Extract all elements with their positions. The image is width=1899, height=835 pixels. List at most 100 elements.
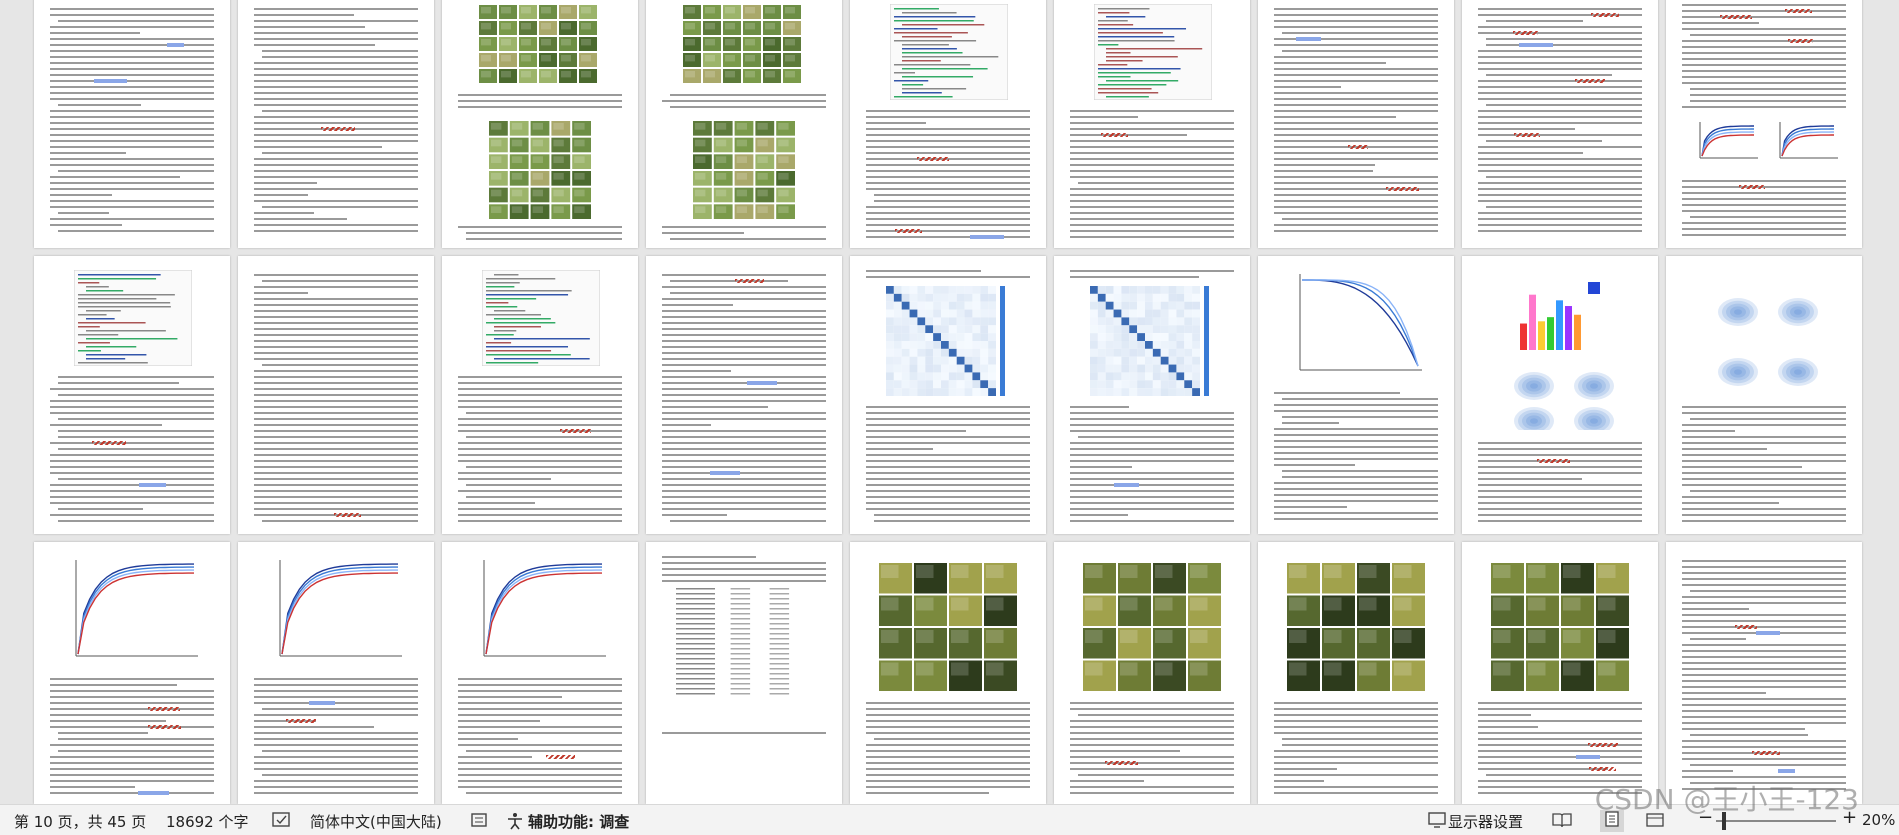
- text-line: [58, 508, 143, 510]
- document-page[interactable]: [34, 542, 230, 804]
- read-mode-icon[interactable]: [1552, 812, 1572, 832]
- text-line: [866, 502, 1030, 504]
- document-page[interactable]: [34, 256, 230, 534]
- text-line: [662, 340, 826, 342]
- text-line: [50, 388, 214, 390]
- spelling-mark: [1787, 39, 1814, 43]
- document-page[interactable]: [1258, 0, 1454, 248]
- text-line: [1682, 64, 1846, 66]
- document-page[interactable]: [442, 0, 638, 248]
- text-line: [458, 690, 622, 692]
- language-indicator[interactable]: 简体中文(中国大陆): [310, 811, 442, 832]
- focus-icon[interactable]: [470, 812, 488, 832]
- text-line: [866, 702, 1030, 704]
- text-line: [1682, 788, 1846, 790]
- text-line: [1274, 212, 1438, 214]
- page-info[interactable]: 第 10 页，共 45 页: [14, 811, 146, 832]
- text-line: [1478, 230, 1642, 232]
- text-line: [1682, 192, 1846, 194]
- word-count[interactable]: 18692 个字: [166, 811, 249, 832]
- proofing-icon[interactable]: [272, 812, 290, 832]
- text-line: [254, 334, 418, 336]
- document-page[interactable]: [1462, 0, 1658, 248]
- text-line: [1070, 200, 1234, 202]
- text-line: [254, 762, 418, 764]
- text-line: [1478, 134, 1642, 136]
- text-line: [1682, 572, 1846, 574]
- text-line: [254, 224, 418, 226]
- text-line: [662, 406, 769, 408]
- text-line: [662, 454, 826, 456]
- document-page[interactable]: [34, 0, 230, 248]
- document-page[interactable]: [646, 0, 842, 248]
- text-line: [1070, 508, 1234, 510]
- document-canvas[interactable]: [0, 0, 1899, 804]
- document-page[interactable]: [646, 256, 842, 534]
- document-page[interactable]: [1054, 0, 1250, 248]
- zoom-slider-thumb[interactable]: [1722, 812, 1726, 830]
- document-page[interactable]: [1054, 256, 1250, 534]
- zoom-level[interactable]: 20%: [1862, 811, 1895, 829]
- text-line: [670, 280, 788, 282]
- spelling-mark: [320, 127, 356, 131]
- text-line: [1274, 762, 1438, 764]
- text-line: [458, 472, 622, 474]
- zoom-out-icon[interactable]: −: [1698, 809, 1713, 827]
- document-page[interactable]: [1666, 542, 1862, 804]
- text-line: [1274, 128, 1438, 130]
- figure-line-chart: [1766, 118, 1842, 168]
- text-line: [50, 460, 214, 462]
- document-page[interactable]: [442, 542, 638, 804]
- text-line: [866, 762, 1030, 764]
- document-page[interactable]: [238, 542, 434, 804]
- text-line: [254, 352, 418, 354]
- document-page[interactable]: [850, 256, 1046, 534]
- spelling-mark: [546, 755, 576, 759]
- document-page[interactable]: [850, 542, 1046, 804]
- text-line: [58, 382, 180, 384]
- web-layout-icon[interactable]: [1646, 812, 1664, 832]
- text-line: [1274, 122, 1438, 124]
- text-line: [662, 226, 826, 228]
- text-line: [662, 394, 826, 396]
- text-line: [1682, 502, 1780, 504]
- zoom-in-icon[interactable]: +: [1842, 809, 1857, 827]
- text-line: [866, 206, 1030, 208]
- text-line: [458, 732, 622, 734]
- text-line: [1690, 638, 1746, 640]
- text-highlight: [1518, 43, 1554, 47]
- document-page[interactable]: [646, 542, 842, 804]
- document-page[interactable]: [1258, 542, 1454, 804]
- text-line: [254, 490, 418, 492]
- text-line: [662, 418, 826, 420]
- text-line: [1478, 26, 1642, 28]
- document-page[interactable]: [1462, 542, 1658, 804]
- accessibility-icon[interactable]: [506, 812, 524, 834]
- text-line: [1682, 680, 1846, 682]
- document-page[interactable]: [1462, 256, 1658, 534]
- document-page[interactable]: [1666, 0, 1862, 248]
- document-page[interactable]: [238, 0, 434, 248]
- display-settings-button[interactable]: 显示器设置: [1448, 811, 1523, 832]
- text-line: [58, 230, 214, 232]
- text-line: [1478, 68, 1642, 70]
- text-line: [1478, 32, 1642, 34]
- print-layout-icon[interactable]: [1600, 810, 1624, 832]
- text-line: [1682, 76, 1846, 78]
- document-page[interactable]: [1666, 256, 1862, 534]
- text-line: [50, 128, 214, 130]
- figure-code-screenshot: [890, 4, 1008, 100]
- text-line: [254, 212, 314, 214]
- text-line: [1274, 410, 1438, 412]
- text-line: [1682, 710, 1846, 712]
- accessibility-status[interactable]: 辅助功能: 调查: [528, 811, 629, 832]
- text-line: [254, 358, 418, 360]
- document-page[interactable]: [442, 256, 638, 534]
- document-page[interactable]: [1258, 256, 1454, 534]
- document-page[interactable]: [238, 256, 434, 534]
- text-line: [50, 472, 214, 474]
- document-page[interactable]: [1054, 542, 1250, 804]
- document-page[interactable]: [850, 0, 1046, 248]
- zoom-slider[interactable]: [1716, 820, 1836, 822]
- display-settings-icon[interactable]: [1428, 812, 1446, 832]
